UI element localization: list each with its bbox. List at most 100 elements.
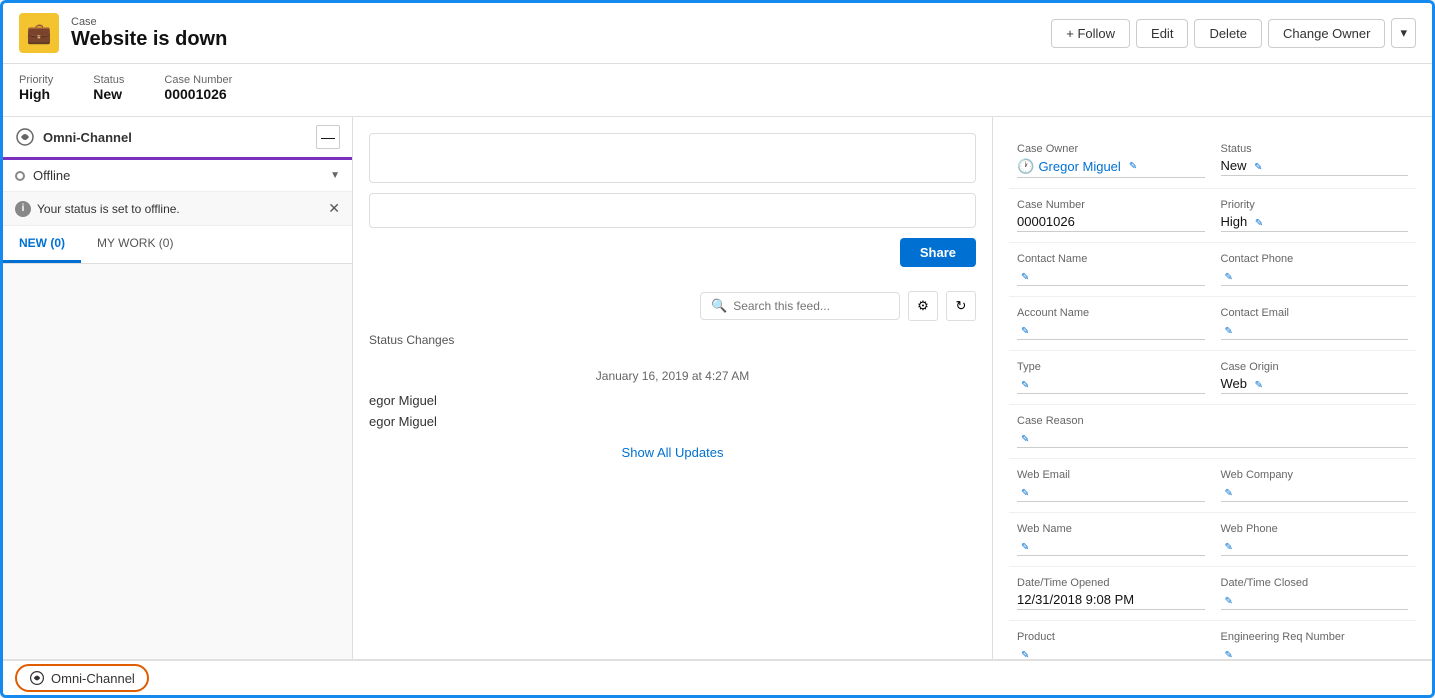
web-name-cell: Web Name ✎ <box>1009 513 1213 567</box>
tab-new[interactable]: NEW (0) <box>3 226 81 263</box>
refresh-icon-button[interactable]: ↻ <box>946 291 976 321</box>
web-company-value[interactable]: ✎ <box>1221 484 1409 502</box>
post-input-area[interactable] <box>369 133 976 183</box>
case-origin-text: Web <box>1221 376 1248 391</box>
change-owner-button[interactable]: Change Owner <box>1268 19 1385 48</box>
date-time-closed-value[interactable]: ✎ <box>1221 592 1409 610</box>
breadcrumb: Case <box>71 16 227 28</box>
offline-status-circle <box>15 171 25 181</box>
priority-value: High <box>19 86 53 102</box>
edit-pencil-icon: ✎ <box>1254 162 1262 173</box>
contact-name-value[interactable]: ✎ <box>1017 268 1205 286</box>
close-icon[interactable]: ✕ <box>328 200 340 217</box>
web-name-value[interactable]: ✎ <box>1017 538 1205 556</box>
edit-pencil-icon: ✎ <box>1225 488 1233 499</box>
case-number-detail-value: 00001026 <box>1017 214 1205 232</box>
share-button[interactable]: Share <box>900 238 976 267</box>
offline-banner-left: i Your status is set to offline. <box>15 201 180 217</box>
delete-button[interactable]: Delete <box>1194 19 1262 48</box>
edit-pencil-icon: ✎ <box>1225 596 1233 607</box>
contact-phone-value[interactable]: ✎ <box>1221 268 1409 286</box>
product-cell: Product ✎ <box>1009 621 1213 659</box>
type-label: Type <box>1017 361 1205 373</box>
edit-pencil-icon: ✎ <box>1129 161 1137 172</box>
omni-tabs: NEW (0) MY WORK (0) <box>3 226 352 264</box>
contact-email-cell: Contact Email ✎ <box>1213 297 1417 351</box>
status-detail-label: Status <box>1221 143 1409 155</box>
web-phone-value[interactable]: ✎ <box>1221 538 1409 556</box>
offline-banner: i Your status is set to offline. ✕ <box>3 192 352 226</box>
case-number-meta: Case Number 00001026 <box>164 74 232 102</box>
account-name-value[interactable]: ✎ <box>1017 322 1205 340</box>
center-panel: Share 🔍 ⚙ ↻ Status Changes January 16, 2… <box>353 117 992 659</box>
search-feed-input[interactable] <box>733 299 889 313</box>
right-details-panel: Case Owner 🕐 Gregor Miguel ✎ Status New … <box>992 117 1432 659</box>
case-owner-value[interactable]: 🕐 Gregor Miguel ✎ <box>1017 158 1205 178</box>
case-reason-label: Case Reason <box>1017 415 1408 427</box>
edit-pencil-icon: ✎ <box>1225 542 1233 553</box>
secondary-input-area[interactable] <box>369 193 976 228</box>
edit-pencil-icon: ✎ <box>1021 488 1029 499</box>
details-grid: Case Owner 🕐 Gregor Miguel ✎ Status New … <box>1009 133 1416 659</box>
refresh-icon: ↻ <box>956 298 967 314</box>
type-value[interactable]: ✎ <box>1017 376 1205 394</box>
omni-content-area <box>3 264 352 659</box>
chevron-down-icon: ▼ <box>330 170 340 181</box>
offline-dropdown[interactable]: Offline ▼ <box>3 160 352 192</box>
offline-left: Offline <box>15 168 70 183</box>
meta-bar: Priority High Status New Case Number 000… <box>3 64 1432 117</box>
type-cell: Type ✎ <box>1009 351 1213 405</box>
tab-my-work[interactable]: MY WORK (0) <box>81 226 189 263</box>
contact-email-label: Contact Email <box>1221 307 1409 319</box>
edit-pencil-icon: ✎ <box>1021 650 1029 659</box>
contact-email-value[interactable]: ✎ <box>1221 322 1409 340</box>
feed-timestamp: January 16, 2019 at 4:27 AM <box>369 369 976 383</box>
edit-pencil-icon: ✎ <box>1021 272 1029 283</box>
header-title-block: Case Website is down <box>71 16 227 51</box>
priority-detail-label: Priority <box>1221 199 1409 211</box>
offline-banner-text: Your status is set to offline. <box>37 202 180 216</box>
omni-minimize-button[interactable]: — <box>316 125 340 149</box>
case-reason-value[interactable]: ✎ <box>1017 430 1408 448</box>
show-all-updates-link[interactable]: Show All Updates <box>369 445 976 460</box>
omni-channel-panel: Omni-Channel — Offline ▼ i Your status i… <box>3 117 353 659</box>
page-header: 💼 Case Website is down + Follow Edit Del… <box>3 3 1432 64</box>
main-content: Omni-Channel — Offline ▼ i Your status i… <box>3 117 1432 659</box>
status-label: Status <box>93 74 124 86</box>
web-email-value[interactable]: ✎ <box>1017 484 1205 502</box>
engineering-req-value[interactable]: ✎ <box>1221 646 1409 659</box>
web-phone-label: Web Phone <box>1221 523 1409 535</box>
status-detail-value[interactable]: New ✎ <box>1221 158 1409 176</box>
date-time-closed-label: Date/Time Closed <box>1221 577 1409 589</box>
offline-label: Offline <box>33 168 70 183</box>
header-left: 💼 Case Website is down <box>19 13 227 53</box>
case-number-value: 00001026 <box>164 86 232 102</box>
web-company-cell: Web Company ✎ <box>1213 459 1417 513</box>
priority-meta: Priority High <box>19 74 53 102</box>
contact-phone-cell: Contact Phone ✎ <box>1213 243 1417 297</box>
date-time-closed-cell: Date/Time Closed ✎ <box>1213 567 1417 621</box>
bottom-omni-channel-button[interactable]: Omni-Channel <box>15 664 149 692</box>
case-number-label: Case Number <box>164 74 232 86</box>
product-value[interactable]: ✎ <box>1017 646 1205 659</box>
edit-pencil-icon: ✎ <box>1021 326 1029 337</box>
web-phone-cell: Web Phone ✎ <box>1213 513 1417 567</box>
priority-detail-value[interactable]: High ✎ <box>1221 214 1409 232</box>
feed-entry-1: egor Miguel <box>369 393 976 408</box>
omni-channel-icon <box>15 127 35 147</box>
edit-button[interactable]: Edit <box>1136 19 1188 48</box>
web-email-label: Web Email <box>1017 469 1205 481</box>
follow-button[interactable]: + Follow <box>1051 19 1130 48</box>
feed-entry-2: egor Miguel <box>369 414 976 429</box>
case-number-cell: Case Number 00001026 <box>1009 189 1213 243</box>
header-dropdown-button[interactable]: ▾ <box>1391 18 1416 48</box>
date-time-opened-label: Date/Time Opened <box>1017 577 1205 589</box>
search-feed-input-container: 🔍 <box>700 292 900 320</box>
case-origin-value[interactable]: Web ✎ <box>1221 376 1409 394</box>
edit-pencil-icon: ✎ <box>1225 650 1233 659</box>
filter-icon-button[interactable]: ⚙ <box>908 291 938 321</box>
case-origin-cell: Case Origin Web ✎ <box>1213 351 1417 405</box>
omni-header-left: Omni-Channel <box>15 127 132 147</box>
chevron-down-icon: ▾ <box>1400 25 1407 40</box>
case-owner-link[interactable]: Gregor Miguel <box>1038 159 1120 174</box>
